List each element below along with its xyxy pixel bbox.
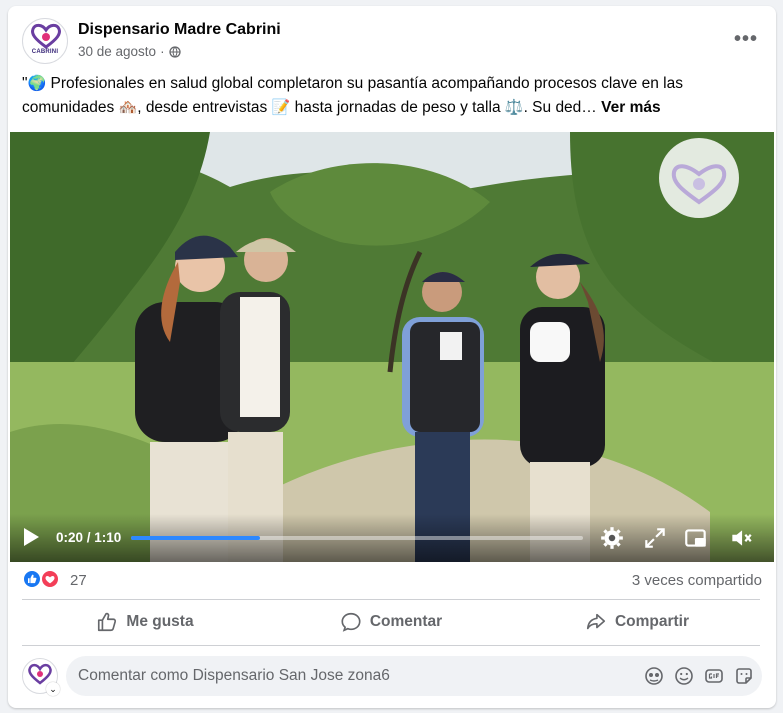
comment-input[interactable]: Comentar como Dispensario San Jose zona6	[66, 656, 762, 696]
globe-emoji-icon: 🌍	[27, 75, 47, 92]
comment-placeholder: Comentar como Dispensario San Jose zona6	[78, 667, 390, 684]
text-part-4: . Su ded…	[523, 99, 597, 116]
comment-icon	[341, 612, 361, 632]
share-count[interactable]: 3 veces compartido	[632, 572, 762, 589]
sticker-icon[interactable]	[734, 666, 754, 686]
divider-top	[22, 599, 760, 600]
globe-icon[interactable]	[168, 45, 181, 58]
post-text: "🌍 Profesionales en salud global complet…	[22, 72, 767, 120]
share-icon	[586, 613, 606, 630]
post-stats: 27 3 veces compartido	[22, 566, 762, 594]
more-options-icon[interactable]: •••	[734, 28, 758, 51]
post-date[interactable]: 30 de agosto	[78, 44, 156, 59]
see-more-link[interactable]: Ver más	[601, 99, 660, 116]
meta-separator: ·	[160, 44, 165, 59]
miniplayer-icon[interactable]	[683, 525, 709, 551]
like-reaction-icon[interactable]	[22, 569, 42, 589]
gif-icon[interactable]	[704, 666, 724, 686]
love-reaction-icon[interactable]	[40, 569, 60, 589]
divider-bottom	[22, 645, 760, 646]
composer-icons	[644, 666, 754, 686]
progress-fill	[131, 536, 261, 540]
emoji-icon[interactable]	[674, 666, 694, 686]
reaction-count[interactable]: 27	[70, 572, 87, 589]
video-frame	[10, 132, 774, 562]
video-player[interactable]: 0:20 / 1:10	[10, 132, 774, 562]
comment-button[interactable]: Comentar	[268, 601, 514, 643]
post-card: CABRINI Dispensario Madre Cabrini 30 de …	[8, 6, 776, 708]
settings-icon[interactable]	[599, 525, 625, 551]
avatar-sticker-icon[interactable]	[644, 666, 664, 686]
houses-emoji-icon: 🏘️	[118, 99, 138, 116]
like-button[interactable]: Me gusta	[22, 601, 268, 643]
like-icon	[98, 612, 117, 632]
post-header: CABRINI Dispensario Madre Cabrini 30 de …	[22, 18, 762, 64]
text-part-3: hasta jornadas de peso y talla	[290, 99, 505, 116]
share-button[interactable]: Compartir	[514, 601, 760, 643]
chevron-down-icon[interactable]: ⌄	[46, 682, 60, 696]
mute-icon[interactable]	[728, 525, 754, 551]
action-bar: Me gusta Comentar Compartir	[22, 601, 760, 643]
like-label: Me gusta	[126, 613, 194, 630]
play-icon[interactable]	[24, 528, 39, 546]
comment-composer: ⌄ Comentar como Dispensario San Jose zon…	[22, 654, 762, 698]
comment-label: Comentar	[369, 613, 443, 630]
page-name[interactable]: Dispensario Madre Cabrini	[78, 21, 281, 39]
text-part-2: , desde entrevistas	[137, 99, 272, 116]
avatar-caption: CABRINI	[31, 49, 59, 55]
memo-emoji-icon: 📝	[271, 99, 291, 116]
video-time: 0:20 / 1:10	[56, 530, 122, 545]
video-controls: 0:20 / 1:10	[10, 514, 774, 562]
share-label: Compartir	[614, 613, 690, 630]
heart-logo-icon	[31, 23, 61, 49]
page-avatar[interactable]: CABRINI	[22, 18, 68, 64]
scale-emoji-icon: ⚖️	[504, 99, 524, 116]
progress-bar[interactable]	[131, 536, 583, 540]
post-meta: 30 de agosto ·	[78, 44, 181, 59]
fullscreen-icon[interactable]	[642, 525, 668, 551]
